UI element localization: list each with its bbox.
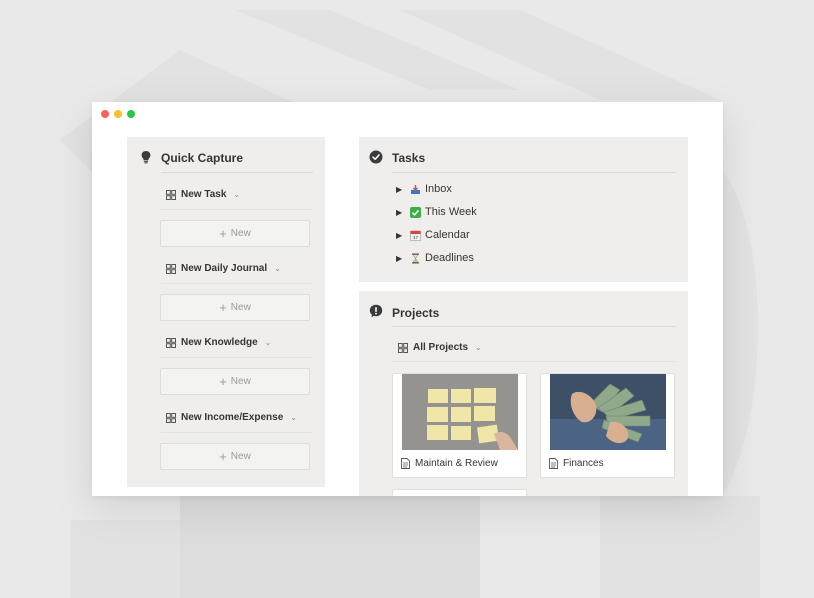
plus-icon: + [219, 226, 227, 241]
database-label: New Income/Expense [181, 412, 284, 423]
gallery-grid-icon [166, 412, 176, 423]
toggle-deadlines[interactable]: ▶ Deadlines [396, 252, 474, 264]
new-button-label: New [230, 302, 251, 313]
chevron-down-icon[interactable]: ⌄ [290, 413, 297, 422]
project-card[interactable]: Maintain & Review [392, 373, 527, 478]
document-icon [401, 458, 410, 469]
project-card[interactable]: Finances [540, 373, 675, 478]
new-income-expense-database-view[interactable]: New Income/Expense ⌄ [166, 412, 297, 423]
row-divider [161, 357, 313, 358]
inbox-tray-icon [411, 184, 420, 194]
quick-capture-title[interactable]: Quick Capture [161, 151, 243, 165]
sticky-notes-photo [402, 374, 518, 450]
toggle-inbox[interactable]: ▶ Inbox [396, 183, 452, 195]
card-title: Maintain & Review [415, 458, 498, 469]
toggle-triangle-icon[interactable]: ▶ [396, 231, 410, 240]
new-income-expense-button[interactable]: + New [160, 443, 310, 470]
projects-panel: Projects All Projects ⌄ Maintain & Revie… [359, 291, 688, 496]
plus-icon: + [219, 300, 227, 315]
tasks-panel: Tasks ▶ Inbox ▶ This Week ▶ 17 Calendar … [359, 137, 688, 282]
row-divider [161, 432, 313, 433]
card-title-row: Maintain & Review [401, 458, 498, 469]
new-task-button[interactable]: + New [160, 220, 310, 247]
gallery-grid-icon [398, 342, 408, 353]
toggle-label: Calendar [425, 229, 470, 241]
lightbulb-icon [141, 151, 151, 164]
heading-divider [392, 326, 676, 327]
new-task-database-view[interactable]: New Task ⌄ [166, 189, 240, 200]
calendar-icon: 17 [410, 230, 421, 241]
view-label: All Projects [413, 342, 469, 353]
projects-title[interactable]: Projects [392, 306, 439, 320]
gallery-grid-icon [166, 263, 176, 274]
toggle-triangle-icon[interactable]: ▶ [396, 208, 410, 217]
quick-capture-panel: Quick Capture New Task ⌄ + New New Daily… [127, 137, 325, 487]
toggle-triangle-icon[interactable]: ▶ [396, 185, 410, 194]
toggle-calendar[interactable]: ▶ 17 Calendar [396, 229, 470, 241]
svg-text:17: 17 [413, 235, 419, 240]
database-label: New Knowledge [181, 337, 258, 348]
chevron-down-icon[interactable]: ⌄ [265, 338, 272, 347]
chevron-down-icon[interactable]: ⌄ [274, 264, 281, 273]
hourglass-icon [412, 253, 419, 263]
row-divider [161, 209, 313, 210]
database-label: New Daily Journal [181, 263, 268, 274]
new-button-label: New [230, 451, 251, 462]
all-projects-view-selector[interactable]: All Projects ⌄ [398, 342, 482, 353]
new-button-label: New [230, 376, 251, 387]
gallery-grid-icon [166, 189, 176, 200]
project-card-partial[interactable] [392, 489, 527, 496]
toggle-label: Inbox [425, 183, 452, 195]
check-circle-icon [369, 150, 383, 164]
app-window: Quick Capture New Task ⌄ + New New Daily… [92, 102, 723, 496]
new-daily-journal-database-view[interactable]: New Daily Journal ⌄ [166, 263, 281, 274]
check-mark-button-icon [410, 206, 421, 218]
plus-icon: + [219, 374, 227, 389]
plus-icon: + [219, 449, 227, 464]
close-window-button[interactable] [101, 110, 109, 118]
toggle-this-week[interactable]: ▶ This Week [396, 206, 477, 218]
database-label: New Task [181, 189, 227, 200]
gallery-grid-icon [166, 337, 176, 348]
toggle-triangle-icon[interactable]: ▶ [396, 254, 410, 263]
row-divider [161, 283, 313, 284]
cash-money-photo [550, 374, 666, 450]
card-title: Finances [563, 458, 604, 469]
toggle-label: This Week [425, 206, 477, 218]
heading-divider [161, 172, 313, 173]
toggle-label: Deadlines [425, 252, 474, 264]
chevron-down-icon[interactable]: ⌄ [233, 190, 240, 199]
document-icon [549, 458, 558, 469]
new-daily-journal-button[interactable]: + New [160, 294, 310, 321]
exclamation-circle-icon [369, 304, 383, 318]
row-divider [392, 361, 676, 362]
new-knowledge-database-view[interactable]: New Knowledge ⌄ [166, 337, 271, 348]
card-title-row: Finances [549, 458, 604, 469]
chevron-down-icon[interactable]: ⌄ [475, 343, 482, 352]
new-knowledge-button[interactable]: + New [160, 368, 310, 395]
new-button-label: New [230, 228, 251, 239]
minimize-window-button[interactable] [114, 110, 122, 118]
zoom-window-button[interactable] [127, 110, 135, 118]
tasks-title[interactable]: Tasks [392, 151, 425, 165]
heading-divider [392, 172, 676, 173]
